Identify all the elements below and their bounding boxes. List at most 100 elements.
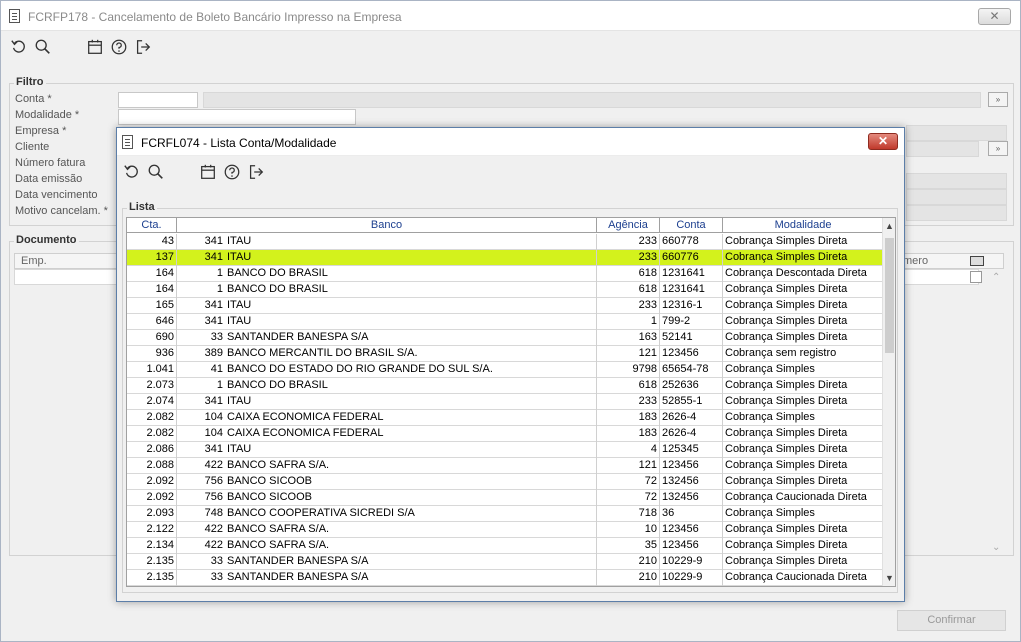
scroll-up-icon[interactable]: ▲ [883,218,895,234]
cell-cta: 646 [127,314,177,330]
lista-scrollbar[interactable]: ▲ ▼ [882,218,895,586]
cell-conta: 36 [660,506,723,522]
row-checkbox[interactable] [970,271,982,283]
cell-modalidade: Cobrança Simples Direta [723,378,884,394]
header-banco[interactable]: Banco [177,218,597,233]
cell-modalidade: Cobrança Simples Direta [723,474,884,490]
cell-banco-nome: BANCO SICOOB [225,490,597,506]
header-conta[interactable]: Conta [660,218,723,233]
cell-banco-nome: SANTANDER BANESPA S/A [225,554,597,570]
exit-icon[interactable] [133,37,153,57]
main-window-title: FCRFP178 - Cancelamento de Boleto Bancár… [28,10,402,24]
cell-conta: 1231641 [660,282,723,298]
select-all-checkbox[interactable] [970,256,984,266]
motivo-input[interactable] [906,205,1007,221]
table-row[interactable]: 43 341 ITAU 233 660778 Cobrança Simples Diret… [127,234,884,250]
table-row[interactable]: 2.082 104 CAIXA ECONOMICA FEDERAL 183 2626-4… [127,410,884,426]
table-row[interactable]: 2.093 748 BANCO COOPERATIVA SICREDI S/A 718… [127,506,884,522]
cell-banco-nome: BANCO DO ESTADO DO RIO GRANDE DO SUL S/A… [225,362,597,378]
scroll-thumb[interactable] [885,238,894,353]
search-icon[interactable] [33,37,53,57]
conta-lookup-button[interactable]: » [988,92,1008,107]
cell-cta: 2.135 [127,554,177,570]
table-row[interactable]: 164 1 BANCO DO BRASIL 618 1231641 Cobrança Si… [127,282,884,298]
cell-conta: 10229-9 [660,554,723,570]
cell-banco-codigo: 104 [204,427,223,439]
col-numero-header[interactable]: mero [903,255,928,267]
documento-scrollbar[interactable]: ⌃ ⌄ [989,270,1005,555]
cell-conta: 123456 [660,538,723,554]
table-row[interactable]: 2.092 756 BANCO SICOOB 72 132456 Cobrança Sim… [127,474,884,490]
table-row[interactable]: 646 341 ITAU 1 799-2 Cobrança Simples Direta [127,314,884,330]
cell-conta: 123456 [660,346,723,362]
cell-banco-nome: BANCO DO BRASIL [225,266,597,282]
refresh-icon[interactable] [122,162,142,182]
cell-banco-nome: ITAU [225,394,597,410]
header-modalidade[interactable]: Modalidade [723,218,884,233]
help-icon[interactable] [109,37,129,57]
table-row[interactable]: 2.092 756 BANCO SICOOB 72 132456 Cobrança Cau… [127,490,884,506]
cell-cta: 43 [127,234,177,250]
table-row[interactable]: 2.135 33 SANTANDER BANESPA S/A 210 10229-9 Co… [127,554,884,570]
cell-agencia: 618 [597,282,660,298]
table-row[interactable]: 2.086 341 ITAU 4 125345 Cobrança Simples Dire… [127,442,884,458]
cliente-label: Cliente [15,141,50,153]
cell-cta: 2.082 [127,410,177,426]
col-emp-header[interactable]: Emp. [21,255,47,267]
header-agencia[interactable]: Agência [597,218,660,233]
scroll-down-icon[interactable]: ▼ [883,570,895,586]
modalidade-select[interactable] [118,109,356,125]
table-row[interactable]: 2.135 33 SANTANDER BANESPA S/A 210 10229-9 Co… [127,570,884,586]
cell-cta: 2.093 [127,506,177,522]
table-row[interactable]: 165 341 ITAU 233 12316-1 Cobrança Simples Dir… [127,298,884,314]
search-icon[interactable] [146,162,166,182]
data-emissao-input[interactable] [906,173,1007,189]
data-vencimento-input[interactable] [906,189,1007,205]
calendar-icon[interactable] [198,162,218,182]
main-titlebar: FCRFP178 - Cancelamento de Boleto Bancár… [1,1,1020,31]
main-close-button[interactable]: ✕ [978,8,1011,25]
table-row[interactable]: 690 33 SANTANDER BANESPA S/A 163 52141 Cobran… [127,330,884,346]
table-row[interactable]: 2.134 422 BANCO SAFRA S/A. 35 123456 Cobrança… [127,538,884,554]
exit-icon[interactable] [246,162,266,182]
scroll-up-icon[interactable]: ⌃ [992,272,1000,283]
cell-cta: 1.041 [127,362,177,378]
scroll-down-icon[interactable]: ⌄ [992,542,1000,553]
conta-input[interactable] [118,92,198,108]
cell-modalidade: Cobrança Simples Direta [723,298,884,314]
help-icon[interactable] [222,162,242,182]
table-row[interactable]: 936 389 BANCO MERCANTIL DO BRASIL S/A. 121 1… [127,346,884,362]
table-row[interactable]: 2.122 422 BANCO SAFRA S/A. 10 123456 Cobrança… [127,522,884,538]
main-toolbar [9,35,157,59]
cell-conta: 2626-4 [660,426,723,442]
cell-conta: 123456 [660,522,723,538]
cell-agencia: 4 [597,442,660,458]
cell-conta: 65654-78 [660,362,723,378]
table-row[interactable]: 2.082 104 CAIXA ECONOMICA FEDERAL 183 2626-4… [127,426,884,442]
cell-banco-nome: BANCO DO BRASIL [225,378,597,394]
table-row[interactable]: 2.074 341 ITAU 233 52855-1 Cobrança Simples D… [127,394,884,410]
cell-banco-codigo: 422 [204,459,223,471]
cell-cta: 137 [127,250,177,266]
table-row[interactable]: 164 1 BANCO DO BRASIL 618 1231641 Cobrança De… [127,266,884,282]
grid-header: Cta. Banco Agência Conta Modalidade [127,218,884,233]
cell-conta: 10229-9 [660,570,723,586]
modalidade-label: Modalidade * [15,109,80,121]
refresh-icon[interactable] [9,37,29,57]
table-row-selected[interactable]: 137 341 ITAU 233 660776 Cobrança Simples Dire… [127,250,884,266]
cell-conta: 125345 [660,442,723,458]
cell-cta: 936 [127,346,177,362]
cell-cta: 2.073 [127,378,177,394]
cell-banco-codigo: 748 [204,507,223,519]
cell-banco-codigo: 1 [216,379,223,391]
calendar-icon[interactable] [85,37,105,57]
table-row[interactable]: 2.088 422 BANCO SAFRA S/A. 121 123456 Cobranç… [127,458,884,474]
cell-agencia: 183 [597,426,660,442]
header-cta[interactable]: Cta. [127,218,177,233]
confirmar-button[interactable]: Confirmar [897,610,1006,631]
table-row[interactable]: 2.073 1 BANCO DO BRASIL 618 252636 Cobrança S… [127,378,884,394]
cliente-lookup-button[interactable]: » [988,141,1008,156]
table-row[interactable]: 1.041 41 BANCO DO ESTADO DO RIO GRANDE DO … [127,362,884,378]
dialog-close-button[interactable]: ✕ [868,133,898,150]
cell-banco-nome: BANCO SICOOB [225,474,597,490]
